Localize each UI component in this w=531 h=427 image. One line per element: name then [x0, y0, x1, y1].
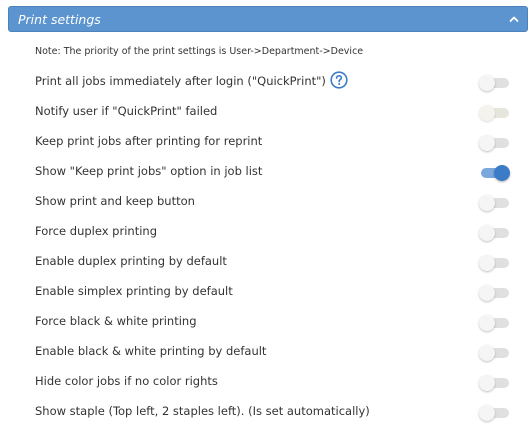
- panel-header[interactable]: Print settings: [8, 6, 528, 32]
- setting-label: Hide color jobs if no color rights: [35, 374, 218, 388]
- toggle-knob: [479, 225, 495, 241]
- setting-toggle[interactable]: [479, 405, 509, 421]
- setting-label: Enable black & white printing by default: [35, 344, 267, 358]
- toggle-knob: [479, 75, 495, 91]
- setting-row: Force black & white printing: [20, 307, 525, 337]
- setting-toggle[interactable]: [479, 225, 509, 241]
- toggle-knob: [479, 315, 495, 331]
- setting-label: Show print and keep button: [35, 194, 195, 208]
- setting-row: Hide color jobs if no color rights: [20, 367, 525, 397]
- setting-toggle[interactable]: [479, 135, 509, 151]
- setting-row: Show staple (Top left, 2 staples left). …: [20, 397, 525, 427]
- help-icon[interactable]: [330, 71, 348, 89]
- setting-row: Notify user if "QuickPrint" failed: [20, 97, 525, 127]
- toggle-knob: [479, 135, 495, 151]
- setting-row: Enable simplex printing by default: [20, 277, 525, 307]
- setting-row: Print all jobs immediately after login (…: [20, 67, 525, 97]
- toggle-knob: [479, 375, 495, 391]
- setting-label: Keep print jobs after printing for repri…: [35, 134, 263, 148]
- setting-label: Show staple (Top left, 2 staples left). …: [35, 404, 370, 418]
- print-settings-panel: Print settings Note: The priority of the…: [0, 0, 531, 427]
- toggle-knob: [479, 195, 495, 211]
- setting-toggle[interactable]: [479, 375, 509, 391]
- setting-row: Enable duplex printing by default: [20, 247, 525, 277]
- setting-toggle[interactable]: [479, 255, 509, 271]
- setting-row: Show "Keep print jobs" option in job lis…: [20, 157, 525, 187]
- toggle-knob: [479, 345, 495, 361]
- toggle-knob: [479, 105, 495, 121]
- setting-toggle[interactable]: [479, 315, 509, 331]
- setting-label: Force duplex printing: [35, 224, 157, 238]
- setting-row: Keep print jobs after printing for repri…: [20, 127, 525, 157]
- setting-label: Enable duplex printing by default: [35, 254, 227, 268]
- setting-label: Notify user if "QuickPrint" failed: [35, 104, 218, 118]
- toggle-knob: [479, 285, 495, 301]
- setting-label: Force black & white printing: [35, 314, 197, 328]
- setting-label: Enable simplex printing by default: [35, 284, 233, 298]
- setting-toggle[interactable]: [479, 165, 510, 181]
- panel-title: Print settings: [18, 12, 101, 27]
- setting-toggle[interactable]: [479, 285, 509, 301]
- setting-toggle[interactable]: [479, 105, 509, 121]
- setting-label: Show "Keep print jobs" option in job lis…: [35, 164, 263, 178]
- priority-note: Note: The priority of the print settings…: [35, 46, 364, 57]
- toggle-knob: [479, 405, 495, 421]
- setting-row: Show print and keep button: [20, 187, 525, 217]
- setting-label: Print all jobs immediately after login (…: [35, 71, 348, 89]
- chevron-up-icon[interactable]: [509, 15, 519, 23]
- toggle-knob: [479, 255, 495, 271]
- toggle-knob: [494, 165, 510, 181]
- setting-toggle[interactable]: [479, 195, 509, 211]
- setting-row: Enable black & white printing by default: [20, 337, 525, 367]
- setting-toggle[interactable]: [479, 75, 509, 91]
- setting-row: Force duplex printing: [20, 217, 525, 247]
- setting-toggle[interactable]: [479, 345, 509, 361]
